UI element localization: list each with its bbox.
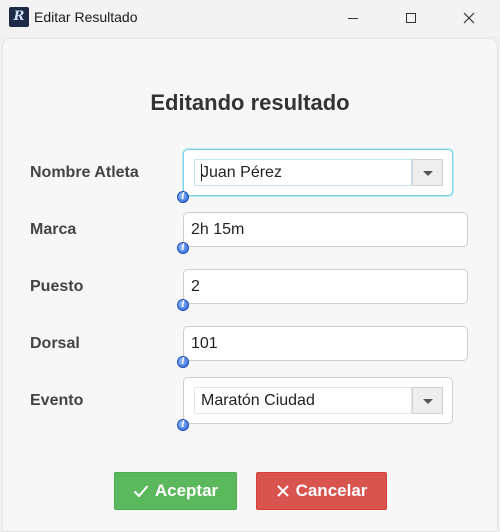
athlete-name-label: Nombre Atleta [30,164,139,181]
title-bar: R Editar Resultado [0,0,500,36]
info-icon: i [177,299,189,311]
event-value[interactable]: Maratón Ciudad [194,387,412,414]
chevron-down-icon [423,399,433,404]
cancel-button[interactable]: Cancelar [256,472,387,510]
event-combobox[interactable]: Maratón Ciudad [183,377,453,424]
maximize-icon [406,13,416,23]
form-heading: Editando resultado [150,90,350,115]
info-icon: i [177,242,189,254]
minimize-button[interactable] [330,0,376,36]
position-label: Puesto [30,278,84,295]
bib-number-label: Dorsal [30,335,80,352]
mark-input[interactable]: 2h 15m [183,212,468,247]
maximize-button[interactable] [388,0,434,36]
cancel-button-label: Cancelar [295,481,368,500]
close-button[interactable] [446,0,492,36]
info-icon: i [177,419,189,431]
athlete-name-input[interactable]: Juan Pérez [194,159,412,186]
minimize-icon [348,17,358,19]
bib-number-input[interactable]: 101 [183,326,468,361]
mark-label: Marca [30,221,77,238]
athlete-name-combobox[interactable]: Juan Pérez [183,149,453,196]
check-icon [133,485,149,498]
event-dropdown-button[interactable] [412,387,443,414]
close-icon [463,12,475,24]
info-icon: i [177,191,189,203]
chevron-down-icon [423,171,433,176]
athlete-name-dropdown-button[interactable] [412,159,443,186]
athlete-name-value: Juan Pérez [201,164,282,181]
close-icon [276,485,289,497]
accept-button[interactable]: Aceptar [114,472,237,510]
window-title: Editar Resultado [34,9,138,25]
info-icon: i [177,356,189,368]
event-label: Evento [30,392,84,409]
accept-button-label: Aceptar [154,481,219,500]
app-icon: R [9,7,29,27]
position-input[interactable]: 2 [183,269,468,304]
